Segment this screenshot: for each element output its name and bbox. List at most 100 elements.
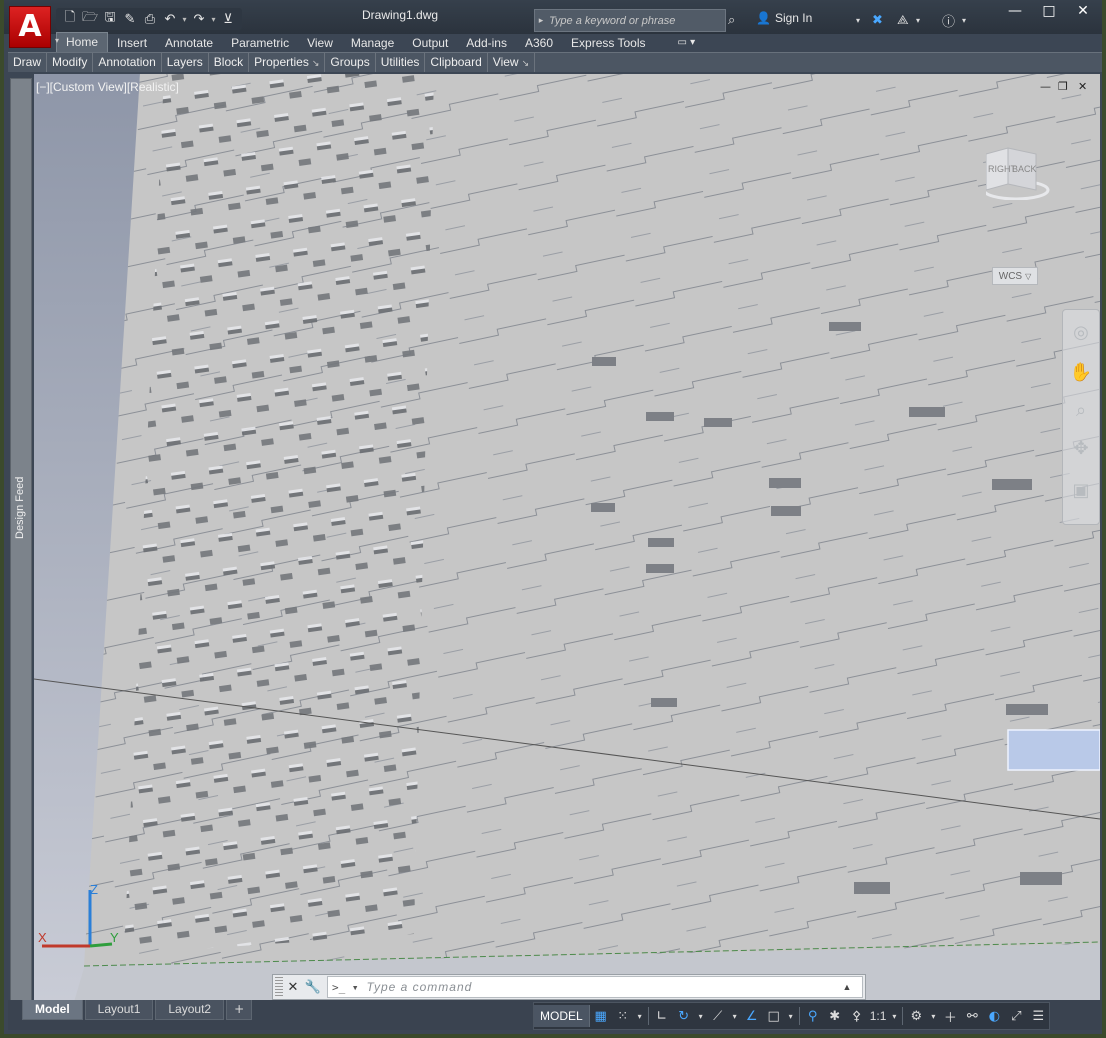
annotation-monitor-icon[interactable]: ＋ xyxy=(939,1005,961,1027)
command-prompt-icon[interactable]: >_ ▾ xyxy=(332,981,359,994)
ucs-x-label: X xyxy=(38,930,47,945)
maximize-button[interactable]: □ xyxy=(1032,0,1066,22)
customize-wrench-icon[interactable]: 🔧 xyxy=(303,980,323,995)
polar-dropdown-icon[interactable]: ▾ xyxy=(695,1005,707,1027)
open-icon[interactable]: 🗁 xyxy=(80,10,100,28)
viewport-controls-label[interactable]: [−][Custom View][Realistic] xyxy=(36,80,179,94)
snap-icon[interactable]: ⁙ xyxy=(612,1005,634,1027)
a360-dropdown-icon[interactable]: ▾ xyxy=(916,10,920,30)
workspace-dropdown-icon[interactable]: ▾ xyxy=(927,1005,939,1027)
tab-express-tools[interactable]: Express Tools xyxy=(562,34,654,52)
save-as-icon[interactable]: ✎ xyxy=(120,10,140,28)
redo-icon[interactable]: ↷ xyxy=(189,10,209,28)
ribbon-minimize-toggle[interactable]: ▭ ▾ xyxy=(669,34,705,52)
viewport-minimize-icon[interactable]: — xyxy=(1040,80,1051,93)
annotation-visibility-icon[interactable]: ⚲ xyxy=(802,1005,824,1027)
viewport-restore-icon[interactable]: ❐ xyxy=(1058,80,1068,93)
design-feed-palette[interactable]: Design Feed xyxy=(10,78,32,1002)
command-input[interactable] xyxy=(364,979,839,995)
a360-icon[interactable]: ⟁ xyxy=(897,10,909,30)
isolate-objects-icon[interactable]: ⚯ xyxy=(961,1005,983,1027)
clean-screen-icon[interactable]: ⤢ xyxy=(1005,1005,1027,1027)
object-snap-icon[interactable]: □ xyxy=(763,1005,785,1027)
panel-draw[interactable]: Draw xyxy=(8,53,48,72)
redo-dropdown-icon[interactable]: ▾ xyxy=(209,15,218,24)
panel-groups[interactable]: Groups xyxy=(325,53,376,72)
undo-dropdown-icon[interactable]: ▾ xyxy=(180,15,189,24)
panel-clipboard[interactable]: Clipboard xyxy=(425,53,488,72)
panel-modify[interactable]: Modify xyxy=(47,53,94,72)
save-icon[interactable]: 🖫 xyxy=(100,10,120,28)
tab-manage[interactable]: Manage xyxy=(342,34,403,52)
panel-properties[interactable]: Properties ↘ xyxy=(249,53,326,72)
help-icon[interactable]: ⓘ xyxy=(942,10,955,30)
scale-dropdown-icon[interactable]: ▾ xyxy=(888,1005,900,1027)
tab-home[interactable]: Home xyxy=(56,32,109,52)
auto-scale-icon[interactable]: ✱ xyxy=(824,1005,846,1027)
panel-utilities[interactable]: Utilities xyxy=(376,53,426,72)
viewcube[interactable]: RIGHT BACK xyxy=(982,144,1052,201)
viewport-close-icon[interactable]: ✕ xyxy=(1078,80,1087,93)
isodraft-icon[interactable]: ⟋ xyxy=(707,1005,729,1027)
application-menu-button[interactable]: A ▾ xyxy=(9,6,59,48)
annotation-scale-icon[interactable]: ⚴ xyxy=(846,1005,868,1027)
polar-tracking-icon[interactable]: ↻ xyxy=(673,1005,695,1027)
sign-in-dropdown-icon[interactable]: ▾ xyxy=(856,10,860,30)
plot-icon[interactable]: ⎙ xyxy=(140,10,160,28)
snap-dropdown-icon[interactable]: ▾ xyxy=(634,1005,646,1027)
panel-view[interactable]: View ↘ xyxy=(488,53,536,72)
object-snap-dropdown-icon[interactable]: ▾ xyxy=(785,1005,797,1027)
sign-in-button[interactable]: 👤 Sign In xyxy=(756,11,812,25)
panel-block[interactable]: Block xyxy=(209,53,250,72)
tab-annotate[interactable]: Annotate xyxy=(156,34,222,52)
search-expand-icon[interactable]: ▸ xyxy=(535,15,547,26)
gear-icon[interactable]: ⚙ xyxy=(905,1005,927,1027)
help-dropdown-icon[interactable]: ▾ xyxy=(962,10,966,30)
drawing-viewport[interactable]: [−][Custom View][Realistic] — ❐ ✕ RIGHT … xyxy=(34,74,1100,1002)
isodraft-dropdown-icon[interactable]: ▾ xyxy=(729,1005,741,1027)
quick-access-toolbar: 🗋 🗁 🖫 ✎ ⎙ ↶ ▾ ↷ ▾ ⊻ xyxy=(56,8,242,30)
panel-view-label: View xyxy=(492,55,519,69)
ortho-icon[interactable]: ∟ xyxy=(651,1005,673,1027)
undo-icon[interactable]: ↶ xyxy=(160,10,180,28)
close-button[interactable]: ✕ xyxy=(1066,0,1100,22)
close-icon[interactable]: ✕ xyxy=(283,980,303,995)
command-history-icon[interactable]: ▲ xyxy=(843,982,852,992)
object-snap-tracking-icon[interactable]: ∠ xyxy=(741,1005,763,1027)
minimize-button[interactable]: — xyxy=(998,0,1032,22)
panel-layers[interactable]: Layers xyxy=(162,53,209,72)
tab-layout2[interactable]: Layout2 xyxy=(155,1000,225,1020)
grid-icon[interactable]: ▦ xyxy=(590,1005,612,1027)
search-input[interactable] xyxy=(547,13,721,28)
steering-wheel-icon[interactable]: ◎ xyxy=(1068,320,1094,344)
model-space-button[interactable]: MODEL xyxy=(534,1005,590,1027)
pan-icon[interactable]: ✋ xyxy=(1068,360,1094,384)
add-layout-button[interactable]: + xyxy=(226,1000,253,1020)
panel-annotation[interactable]: Annotation xyxy=(93,53,162,72)
binoculars-icon[interactable]: ⌕ xyxy=(728,10,735,30)
tab-add-ins[interactable]: Add-ins xyxy=(457,34,516,52)
orbit-icon[interactable]: ✥ xyxy=(1068,436,1094,460)
command-line-grip[interactable] xyxy=(275,977,283,997)
user-icon: 👤 xyxy=(756,11,771,25)
annotation-scale-value[interactable]: 1:1 xyxy=(868,1009,889,1023)
showmotion-icon[interactable]: ▣ xyxy=(1068,478,1094,502)
customize-icon[interactable]: ⊻ xyxy=(218,10,238,28)
tab-parametric[interactable]: Parametric xyxy=(222,34,298,52)
status-bar: Model Layout1 Layout2 + MODEL ▦ ⁙ ▾ ∟ ↻ … xyxy=(8,1000,1102,1030)
exchange-apps-icon[interactable]: ✖ xyxy=(872,10,883,30)
tab-model[interactable]: Model xyxy=(22,1000,83,1020)
title-bar: 🗋 🗁 🖫 ✎ ⎙ ↶ ▾ ↷ ▾ ⊻ Drawing1.dwg ▸ ⌕ 👤 S… xyxy=(4,0,1102,34)
tab-view[interactable]: View xyxy=(298,34,342,52)
viewcube-back-face[interactable]: BACK xyxy=(1012,164,1037,174)
new-icon[interactable]: 🗋 xyxy=(60,10,80,28)
wcs-menu[interactable]: WCS ▽ xyxy=(992,267,1038,285)
tab-output[interactable]: Output xyxy=(403,34,457,52)
hardware-acceleration-icon[interactable]: ◐ xyxy=(983,1005,1005,1027)
tab-layout1[interactable]: Layout1 xyxy=(84,1000,154,1020)
navigation-bar: ◎ ✋ ⌕ ✥ ▣ xyxy=(1062,309,1100,525)
tab-insert[interactable]: Insert xyxy=(108,34,156,52)
tab-a360[interactable]: A360 xyxy=(516,34,562,52)
zoom-icon[interactable]: ⌕ xyxy=(1068,398,1094,422)
customization-menu-icon[interactable]: ☰ xyxy=(1027,1005,1049,1027)
